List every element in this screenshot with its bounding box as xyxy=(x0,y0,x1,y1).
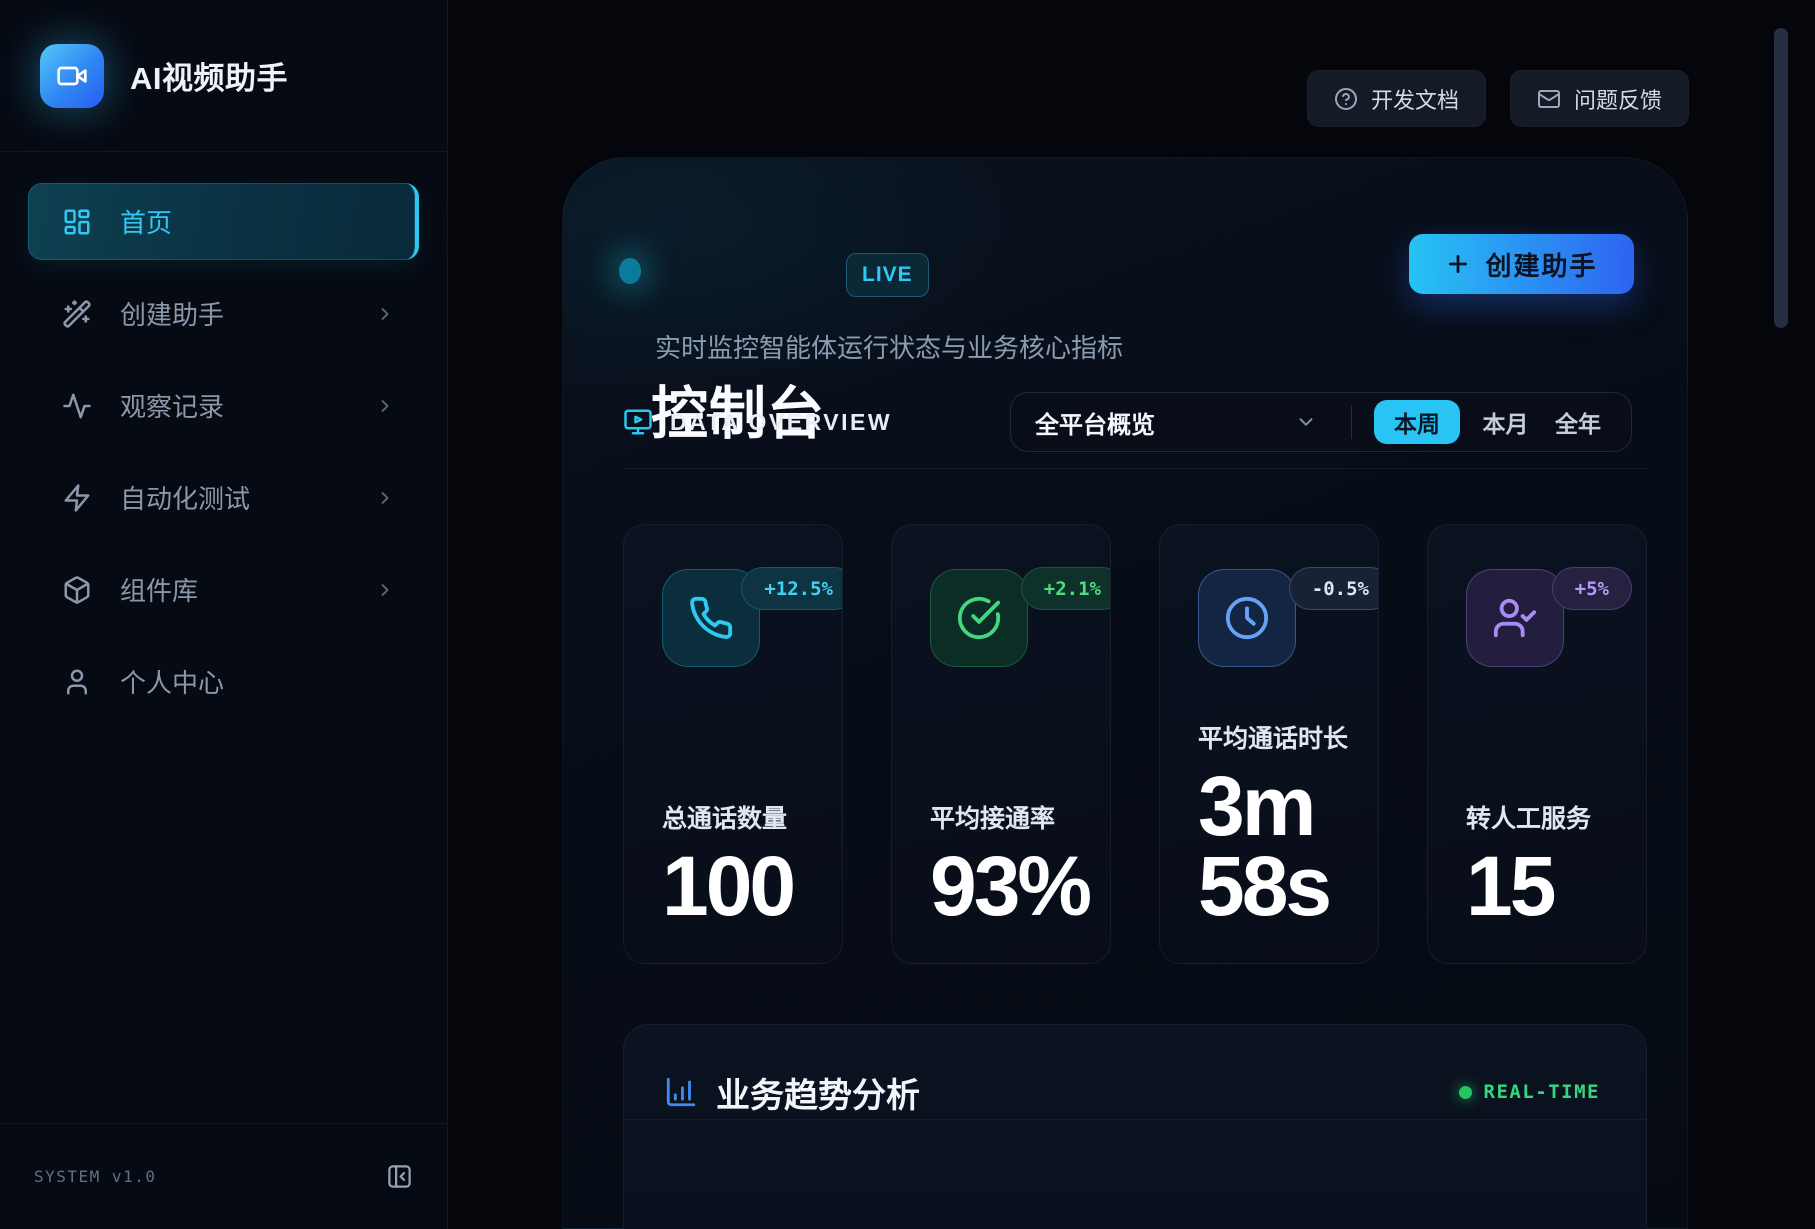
platform-select-value: 全平台概览 xyxy=(1035,405,1155,440)
divider xyxy=(624,1119,1646,1120)
sidebar-item-personal-center[interactable]: 个人中心 xyxy=(28,643,419,720)
sidebar-item-create-assistant[interactable]: 创建助手 xyxy=(28,275,419,352)
tab-this-week[interactable]: 本周 xyxy=(1374,400,1460,444)
trend-card: 业务趋势分析 REAL-TIME xyxy=(623,1024,1647,1229)
box-icon xyxy=(62,575,92,605)
delta-badge: +12.5% xyxy=(741,567,843,610)
tab-this-month[interactable]: 本月 xyxy=(1479,405,1533,439)
stat-value: 3m 58s xyxy=(1198,767,1348,927)
system-version: SYSTEM v1.0 xyxy=(34,1167,156,1186)
delta-badge: +2.1% xyxy=(1021,567,1111,610)
console-panel: 控制台 LIVE 实时监控智能体运行状态与业务核心指标 创建助手 DATA OV… xyxy=(562,157,1688,1229)
activity-icon xyxy=(62,391,92,421)
sidebar: AI视频助手 首页 创建助手 xyxy=(0,0,448,1229)
create-assistant-label: 创建助手 xyxy=(1485,246,1597,283)
sidebar-item-label: 自动化测试 xyxy=(120,479,250,516)
stat-value: 100 xyxy=(662,847,812,927)
user-icon xyxy=(62,667,92,697)
time-range-tabs: 本周 本月 全年 xyxy=(1352,400,1631,444)
chevron-right-icon xyxy=(375,580,395,600)
stat-card-human-transfer: +5% 转人工服务 15 xyxy=(1427,524,1647,964)
realtime-label: REAL-TIME xyxy=(1484,1081,1600,1103)
section-title: DATA OVERVIEW xyxy=(670,409,892,436)
video-camera-logo-icon xyxy=(40,44,104,108)
chevron-right-icon xyxy=(375,396,395,416)
stat-value: 93% xyxy=(930,847,1080,927)
feedback-button[interactable]: 问题反馈 xyxy=(1510,70,1689,127)
tab-this-year[interactable]: 全年 xyxy=(1551,405,1605,439)
trend-title: 业务趋势分析 xyxy=(716,1068,920,1117)
sidebar-item-label: 组件库 xyxy=(120,571,198,608)
stat-value-minutes: 3m xyxy=(1198,767,1348,847)
sidebar-item-label: 创建助手 xyxy=(120,295,224,332)
main-content: 开发文档 问题反馈 控制台 LIVE 实时监控智能体运行状态与业务核心指标 创建… xyxy=(448,0,1815,1229)
sidebar-item-label: 首页 xyxy=(120,203,172,240)
zap-icon xyxy=(62,483,92,513)
delta-badge: -0.5% xyxy=(1289,567,1379,610)
feedback-label: 问题反馈 xyxy=(1574,83,1662,115)
chevron-down-icon xyxy=(1295,411,1317,433)
page-subtitle: 实时监控智能体运行状态与业务核心指标 xyxy=(655,328,1123,365)
stat-card-total-calls: +12.5% 总通话数量 100 xyxy=(623,524,843,964)
data-overview-row: DATA OVERVIEW 全平台概览 本周 本月 全年 xyxy=(623,391,1647,453)
create-assistant-button[interactable]: 创建助手 xyxy=(1409,234,1634,294)
check-circle-icon xyxy=(930,569,1028,667)
sidebar-item-component-library[interactable]: 组件库 xyxy=(28,551,419,628)
collapse-sidebar-icon[interactable] xyxy=(386,1163,413,1190)
overview-filter-bar: 全平台概览 本周 本月 全年 xyxy=(1010,392,1632,452)
trend-header: 业务趋势分析 REAL-TIME xyxy=(664,1065,1600,1119)
app-title: AI视频助手 xyxy=(130,53,288,98)
stat-value: 15 xyxy=(1466,847,1616,927)
sidebar-item-automation-test[interactable]: 自动化测试 xyxy=(28,459,419,536)
stat-label: 平均通话时长 xyxy=(1198,719,1348,755)
sidebar-nav: 首页 创建助手 观察记录 xyxy=(0,152,447,720)
stat-card-avg-duration: -0.5% 平均通话时长 3m 58s xyxy=(1159,524,1379,964)
green-status-dot xyxy=(1459,1086,1472,1099)
clock-icon xyxy=(1198,569,1296,667)
stat-card-answer-rate: +2.1% 平均接通率 93% xyxy=(891,524,1111,964)
stat-cards: +12.5% 总通话数量 100 +2.1% 平均接通率 93% xyxy=(623,524,1647,964)
wand-sparkles-icon xyxy=(62,299,92,329)
realtime-status: REAL-TIME xyxy=(1459,1081,1600,1103)
live-badge: LIVE xyxy=(846,253,929,297)
brand: AI视频助手 xyxy=(0,0,447,152)
stat-label: 平均接通率 xyxy=(930,799,1080,835)
bar-chart-icon xyxy=(664,1075,698,1109)
scrollbar-thumb[interactable] xyxy=(1774,28,1788,328)
monitor-play-icon xyxy=(623,407,653,437)
sidebar-item-label: 观察记录 xyxy=(120,387,224,424)
dashboard-icon xyxy=(62,207,92,237)
divider xyxy=(623,468,1647,469)
sidebar-footer: SYSTEM v1.0 xyxy=(0,1123,447,1229)
chevron-right-icon xyxy=(375,304,395,324)
sidebar-item-label: 个人中心 xyxy=(120,663,224,700)
user-check-icon xyxy=(1466,569,1564,667)
platform-select[interactable]: 全平台概览 xyxy=(1011,405,1351,440)
chevron-right-icon xyxy=(375,488,395,508)
mail-icon xyxy=(1537,87,1561,111)
stat-label: 总通话数量 xyxy=(662,799,812,835)
sidebar-item-home[interactable]: 首页 xyxy=(28,183,419,260)
status-dot xyxy=(619,258,641,284)
dev-docs-label: 开发文档 xyxy=(1371,83,1459,115)
delta-badge: +5% xyxy=(1552,567,1632,610)
dev-docs-button[interactable]: 开发文档 xyxy=(1307,70,1486,127)
stat-label: 转人工服务 xyxy=(1466,799,1616,835)
stat-value-seconds: 58s xyxy=(1198,847,1348,927)
app-window: AI视频助手 首页 创建助手 xyxy=(0,0,1815,1229)
sidebar-item-observation-log[interactable]: 观察记录 xyxy=(28,367,419,444)
plus-icon xyxy=(1445,251,1471,277)
help-circle-icon xyxy=(1334,87,1358,111)
